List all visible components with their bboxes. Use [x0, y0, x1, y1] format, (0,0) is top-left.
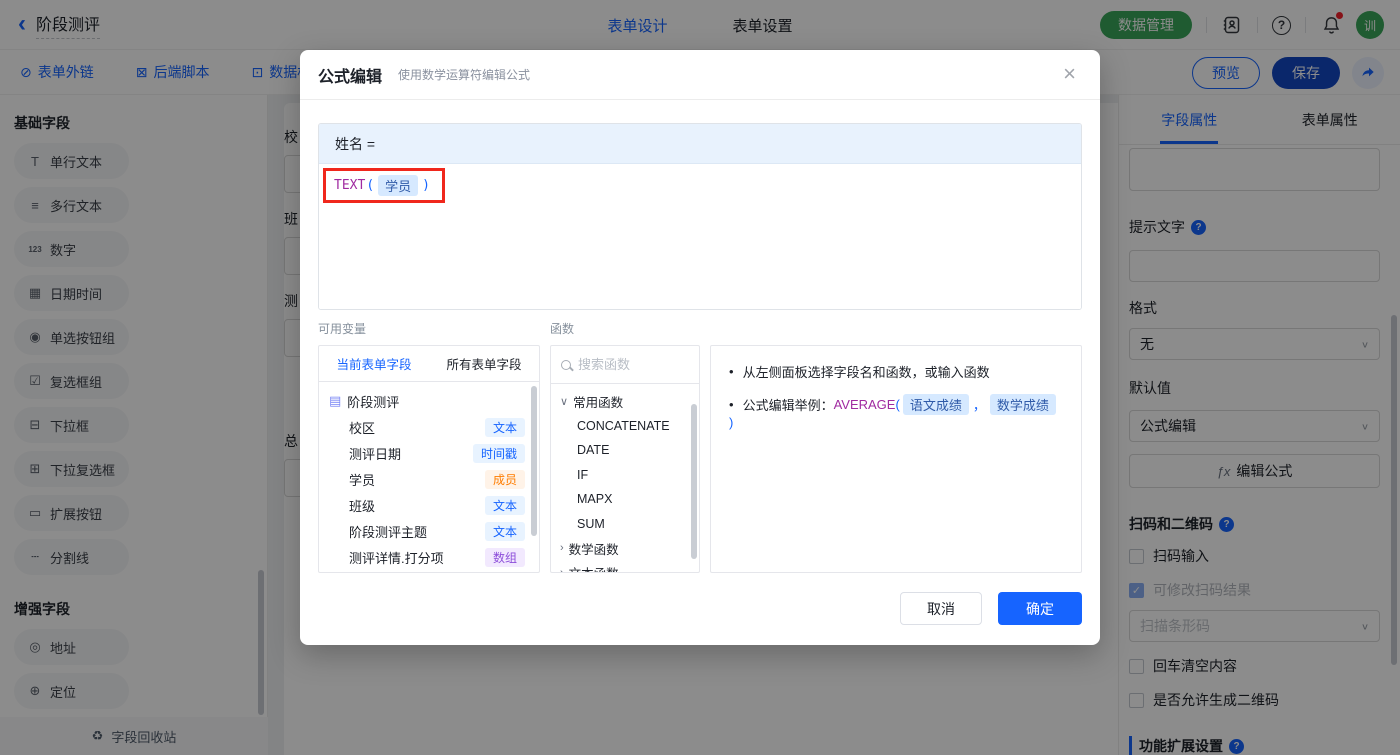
tab-all-form-fields[interactable]: 所有表单字段 [446, 354, 521, 373]
formula-field-chip: 学员 [378, 175, 419, 196]
bullet-icon: • [729, 364, 734, 379]
type-tag: 文本 [484, 495, 525, 515]
search-icon [561, 359, 571, 370]
confirm-button[interactable]: 确定 [998, 592, 1082, 625]
variable-row[interactable]: 测评日期 时间戳 [319, 440, 539, 466]
function-item[interactable]: MAPX [551, 487, 699, 512]
function-item[interactable]: CONCATENATE [551, 414, 699, 439]
bullet-icon: • [729, 397, 734, 412]
formula-editor: 姓名 = TEXT ( 学员 ) [318, 123, 1082, 310]
modal-header: 公式编辑 使用数学运算符编辑公式 [300, 50, 1100, 100]
function-search [551, 346, 699, 384]
app-window: ‹ 阶段测评 表单设计 表单设置 数据管理 ? 训 ⊘ 表单外链 ⊠ 后端脚本 … [0, 0, 1400, 755]
example-function-name: AVERAGE [833, 397, 896, 412]
variable-row[interactable]: 班级 文本 [319, 492, 539, 518]
function-item[interactable]: SUM [551, 512, 699, 537]
chevron-right-icon: › [560, 542, 564, 555]
variables-label: 可用变量 [318, 322, 367, 336]
type-tag: 成员 [484, 469, 525, 489]
formula-function-name: TEXT [334, 178, 366, 193]
formula-input-area[interactable]: TEXT ( 学员 ) [319, 164, 1081, 309]
variable-row[interactable]: 阶段测评主题 文本 [319, 518, 539, 544]
tips-panel: • 从左侧面板选择字段名和函数，或输入函数 • 公式编辑举例： AVERAGE … [710, 345, 1082, 573]
annotation-highlight-box: TEXT ( 学员 ) [323, 168, 445, 203]
tip-line-2: • 公式编辑举例： AVERAGE ( 语文成绩 ， 数学成绩 ) [729, 394, 1063, 430]
variable-row[interactable]: 校区 文本 [319, 414, 539, 440]
function-group-math[interactable]: › 数学函数 [551, 536, 699, 561]
formula-open-paren: ( [366, 178, 375, 193]
variable-row-partial[interactable] [319, 570, 539, 572]
formula-editor-modal: 公式编辑 使用数学运算符编辑公式 × 姓名 = TEXT ( 学员 ) 可用变量… [300, 50, 1100, 645]
tip-line-1: • 从左侧面板选择字段名和函数，或输入函数 [729, 364, 990, 380]
functions-scrollbar[interactable] [691, 404, 697, 559]
variables-scrollbar[interactable] [531, 386, 537, 536]
variable-root-row[interactable]: ▤ 阶段测评 [319, 388, 539, 414]
chevron-right-icon: › [560, 566, 564, 573]
modal-title: 公式编辑 [318, 68, 383, 86]
function-item[interactable]: DATE [551, 438, 699, 463]
modal-subtitle: 使用数学运算符编辑公式 [398, 68, 531, 82]
example-field-chip: 数学成绩 [989, 394, 1056, 415]
type-tag: 数组 [484, 547, 525, 567]
function-group-common[interactable]: ∨ 常用函数 [551, 389, 699, 414]
cancel-button[interactable]: 取消 [900, 592, 982, 625]
type-tag: 时间戳 [472, 443, 525, 463]
variable-row[interactable]: 测评详情.打分项 数组 [319, 544, 539, 570]
type-tag: 文本 [484, 521, 525, 541]
variables-panel: 当前表单字段 所有表单字段 ▤ 阶段测评 校区 文本 测评日期 时间戳 学员 成… [318, 345, 540, 573]
functions-panel: ∨ 常用函数 CONCATENATE DATE IF MAPX SUM › 数学… [550, 345, 700, 573]
variables-tabs: 当前表单字段 所有表单字段 [319, 346, 539, 382]
function-search-input[interactable] [578, 357, 678, 372]
function-item[interactable]: IF [551, 463, 699, 488]
example-field-chip: 语文成绩 [902, 394, 969, 415]
tab-current-form-fields[interactable]: 当前表单字段 [336, 354, 411, 373]
function-group-text[interactable]: › 文本函数 [551, 561, 699, 573]
type-tag: 文本 [484, 417, 525, 437]
functions-label: 函数 [550, 322, 575, 336]
close-icon[interactable]: × [1063, 63, 1076, 85]
chevron-down-icon: ∨ [560, 395, 569, 408]
form-doc-icon: ▤ [329, 393, 342, 408]
formula-close-paren: ) [422, 178, 430, 193]
formula-target-bar: 姓名 = [319, 124, 1081, 164]
variable-row[interactable]: 学员 成员 [319, 466, 539, 492]
